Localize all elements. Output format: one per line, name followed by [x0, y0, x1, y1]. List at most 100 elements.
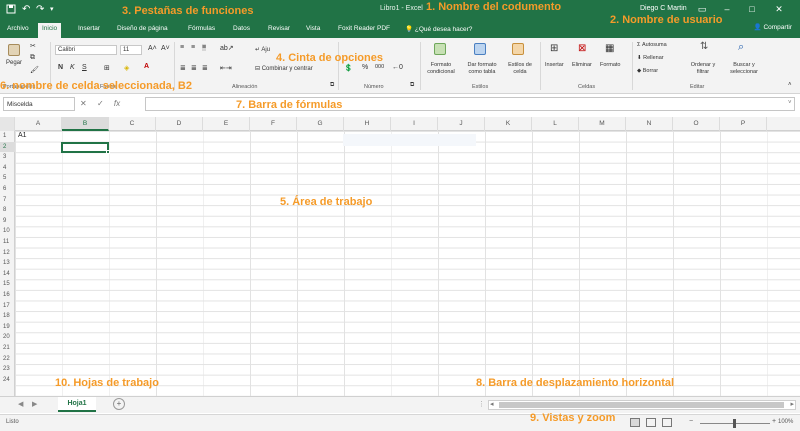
cell-a1[interactable]: A1: [18, 132, 27, 139]
row-header[interactable]: 18: [0, 311, 15, 322]
tab-inicio[interactable]: Inicio: [38, 23, 62, 38]
zoom-out-icon[interactable]: −: [689, 418, 693, 425]
column-header[interactable]: K: [485, 117, 532, 131]
borders-icon[interactable]: ⊞: [104, 64, 110, 72]
align-top-icon[interactable]: ≡: [180, 44, 184, 51]
italic-button[interactable]: K: [70, 64, 75, 71]
increase-decimal-icon[interactable]: ←0: [392, 64, 403, 71]
align-bottom-icon[interactable]: ≡: [202, 44, 207, 51]
number-launcher-icon[interactable]: ⧉: [410, 82, 414, 89]
merge-center-button[interactable]: ⊟ Combinar y centrar: [255, 65, 313, 72]
column-header[interactable]: E: [203, 117, 250, 131]
scroll-right-icon[interactable]: ▸: [790, 400, 794, 408]
format-cells-button[interactable]: Formato: [600, 62, 620, 68]
find-select-icon[interactable]: ⌕: [738, 41, 744, 54]
collapse-ribbon-icon[interactable]: ˄: [788, 82, 792, 88]
row-header[interactable]: 11: [0, 237, 15, 248]
format-as-table-icon[interactable]: [474, 43, 486, 55]
column-header[interactable]: J: [438, 117, 485, 131]
row-header[interactable]: 7: [0, 195, 15, 206]
conditional-format-icon[interactable]: [434, 43, 446, 55]
tell-me-search[interactable]: 💡 ¿Qué desea hacer?: [401, 23, 476, 38]
sheet-tab[interactable]: Hoja1: [58, 397, 96, 412]
align-right-icon[interactable]: ≣: [202, 64, 208, 72]
row-header[interactable]: 8: [0, 205, 15, 216]
tab-datos[interactable]: Datos: [229, 23, 254, 38]
selected-cell-b2[interactable]: [61, 142, 110, 154]
row-header[interactable]: 12: [0, 248, 15, 259]
column-header[interactable]: G: [297, 117, 344, 131]
conditional-format-button[interactable]: Formato condicional: [424, 62, 458, 76]
row-header[interactable]: 4: [0, 163, 15, 174]
enter-icon[interactable]: ✓: [97, 99, 104, 108]
column-header[interactable]: P: [720, 117, 767, 131]
row-header[interactable]: 14: [0, 269, 15, 280]
column-header[interactable]: I: [391, 117, 438, 131]
align-center-icon[interactable]: ≣: [191, 64, 197, 72]
paste-icon[interactable]: [8, 44, 20, 56]
row-header[interactable]: 19: [0, 322, 15, 333]
find-select-button[interactable]: Buscar y seleccionar: [724, 62, 764, 76]
indent-icon[interactable]: ⇤⇥: [220, 64, 232, 72]
redo-icon[interactable]: ↷: [36, 4, 44, 15]
zoom-slider-thumb[interactable]: [733, 419, 736, 428]
sort-filter-button[interactable]: Ordenar y filtrar: [690, 62, 716, 76]
row-header[interactable]: 1: [0, 131, 15, 142]
column-header-selected[interactable]: B: [62, 117, 109, 131]
align-left-icon[interactable]: ≣: [180, 64, 186, 72]
select-all-corner[interactable]: [0, 117, 15, 131]
percent-button[interactable]: %: [362, 64, 368, 71]
insert-function-icon[interactable]: fx: [114, 99, 120, 108]
cell-styles-button[interactable]: Estilos de celda: [506, 62, 534, 76]
undo-icon[interactable]: ↶: [22, 4, 30, 15]
page-layout-view-icon[interactable]: [646, 418, 656, 427]
normal-view-icon[interactable]: [630, 418, 640, 427]
column-header[interactable]: M: [579, 117, 626, 131]
insert-cells-button[interactable]: Insertar: [545, 62, 564, 68]
row-header[interactable]: 5: [0, 173, 15, 184]
add-sheet-icon[interactable]: +: [113, 398, 125, 410]
increase-font-icon[interactable]: A˄: [148, 45, 157, 52]
user-name[interactable]: Diego C Martin: [640, 5, 687, 12]
column-header[interactable]: A: [15, 117, 62, 131]
column-header[interactable]: D: [156, 117, 203, 131]
tab-diseno-pagina[interactable]: Diseño de página: [113, 23, 172, 38]
prev-sheet-icon[interactable]: ◀: [18, 400, 23, 408]
row-header[interactable]: 6: [0, 184, 15, 195]
column-header[interactable]: N: [626, 117, 673, 131]
name-box[interactable]: Miscelda: [3, 97, 75, 111]
format-cells-icon[interactable]: ▦: [605, 43, 614, 54]
alignment-launcher-icon[interactable]: ⧉: [330, 82, 334, 89]
cut-icon[interactable]: ✂: [30, 42, 36, 50]
next-sheet-icon[interactable]: ▶: [32, 400, 37, 408]
font-size-select[interactable]: 11: [120, 45, 142, 55]
bold-button[interactable]: N: [58, 64, 63, 71]
row-header[interactable]: 20: [0, 332, 15, 343]
fill-handle[interactable]: [106, 150, 110, 154]
decrease-font-icon[interactable]: A˅: [161, 45, 170, 52]
row-header[interactable]: 3: [0, 152, 15, 163]
insert-cells-icon[interactable]: ⊞: [550, 43, 558, 54]
fill-button[interactable]: ⬇ Rellenar: [637, 55, 664, 61]
close-icon[interactable]: ✕: [772, 2, 786, 16]
column-header[interactable]: O: [673, 117, 720, 131]
row-header[interactable]: 22: [0, 354, 15, 365]
column-header[interactable]: L: [532, 117, 579, 131]
tab-archivo[interactable]: Archivo: [3, 23, 33, 38]
row-header[interactable]: 24: [0, 375, 15, 386]
copy-icon[interactable]: ⧉: [30, 54, 35, 62]
tab-insertar[interactable]: Insertar: [74, 23, 104, 38]
scroll-left-icon[interactable]: ◂: [490, 400, 494, 408]
orientation-icon[interactable]: ab↗: [220, 44, 234, 52]
row-header[interactable]: 23: [0, 364, 15, 375]
clear-button[interactable]: ◆ Borrar: [637, 68, 658, 74]
paste-button[interactable]: Pegar: [6, 60, 22, 66]
wrap-text-button[interactable]: ↵ Aju: [255, 46, 270, 53]
scrollbar-thumb[interactable]: [499, 402, 784, 408]
format-as-table-button[interactable]: Dar formato como tabla: [464, 62, 500, 76]
delete-cells-icon[interactable]: ⊠: [578, 43, 586, 54]
column-header[interactable]: C: [109, 117, 156, 131]
customize-quick-access-icon[interactable]: ▾: [50, 5, 54, 13]
tab-foxit[interactable]: Foxit Reader PDF: [334, 23, 394, 38]
font-name-select[interactable]: Calibri: [55, 45, 117, 55]
